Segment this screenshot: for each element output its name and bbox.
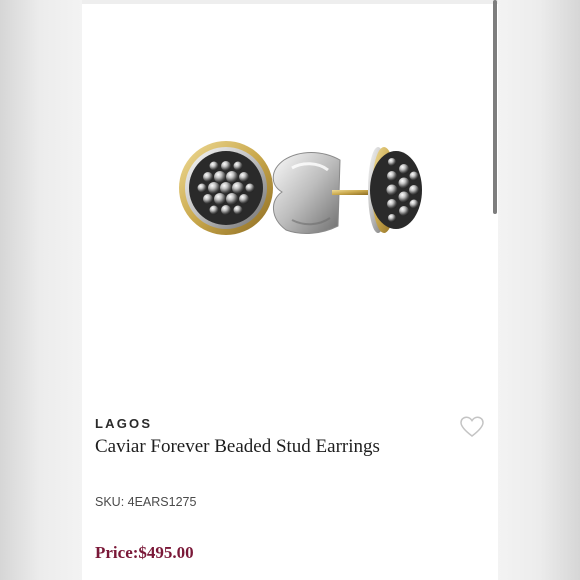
- earring-post: [332, 190, 368, 195]
- product-screen: LAGOS Caviar Forever Beaded Stud Earring…: [82, 0, 498, 580]
- top-edge: [82, 0, 498, 4]
- scrollbar[interactable]: [493, 0, 497, 214]
- side-earring: [368, 147, 422, 233]
- product-sku: SKU: 4EARS1275: [95, 495, 197, 509]
- brand-name[interactable]: LAGOS: [95, 416, 152, 431]
- front-earring: [179, 141, 273, 235]
- product-price: Price:$495.00: [95, 543, 194, 562]
- heart-outline-icon[interactable]: [460, 416, 484, 438]
- product-title: Caviar Forever Beaded Stud Earrings: [95, 436, 380, 457]
- product-image[interactable]: [142, 130, 442, 270]
- earring-back: [272, 152, 341, 234]
